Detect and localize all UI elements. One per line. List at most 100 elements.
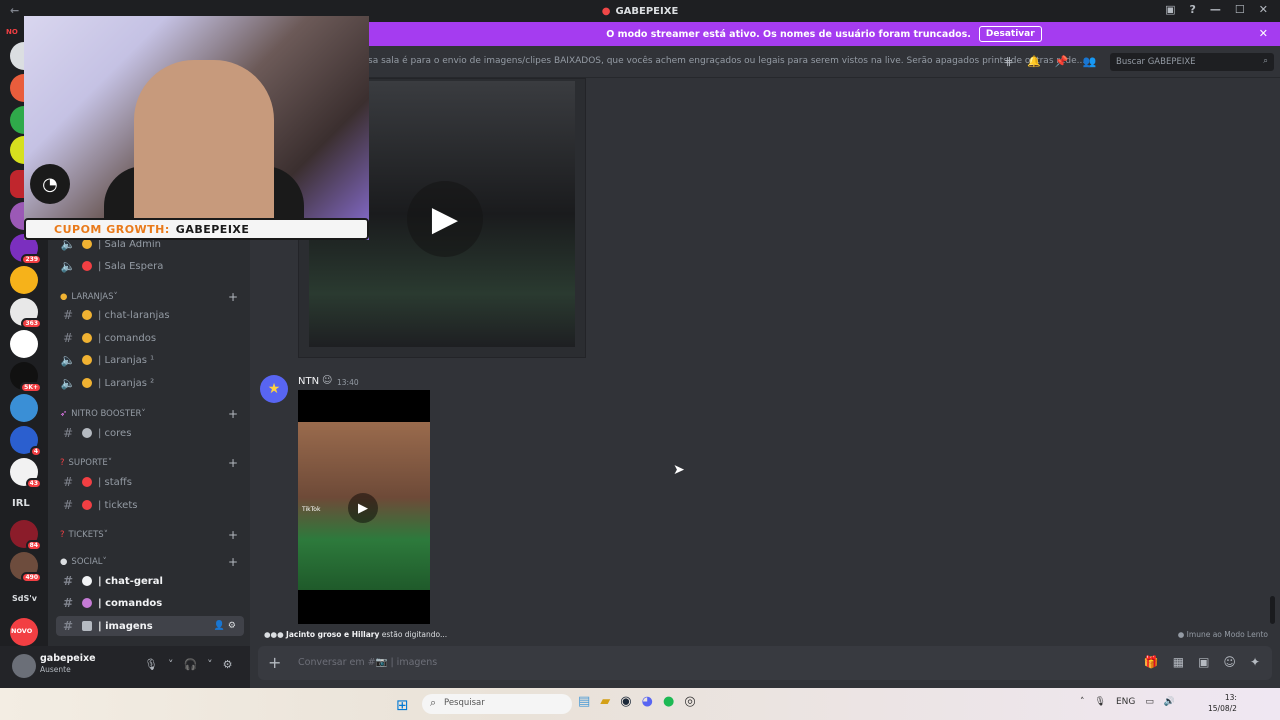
question-icon: ?: [60, 458, 65, 468]
category-tickets[interactable]: ? TICKETS ˅ +: [60, 528, 238, 542]
add-channel-icon[interactable]: +: [228, 456, 238, 470]
typing-users: Jacinto groso e Hillary: [286, 630, 380, 639]
lang-indicator[interactable]: ENG: [1116, 697, 1135, 707]
sticker-icon[interactable]: ▣: [1198, 655, 1209, 669]
server-irl-label[interactable]: IRL: [12, 498, 30, 509]
play-icon[interactable]: ▶: [407, 181, 483, 257]
apps-icon[interactable]: ✦: [1250, 655, 1260, 669]
search-icon: ⌕: [1263, 56, 1268, 66]
play-icon[interactable]: ▶: [348, 493, 378, 523]
close-notice-icon[interactable]: ✕: [1259, 27, 1268, 40]
server-icon[interactable]: 4: [10, 426, 42, 457]
add-channel-icon[interactable]: +: [228, 407, 238, 421]
threads-icon[interactable]: ⋕: [1004, 55, 1013, 68]
mention-badge: 490: [21, 572, 42, 583]
inbox-icon[interactable]: ▣: [1165, 3, 1175, 16]
channel-item[interactable]: # | chat-laranjas: [56, 305, 244, 325]
user-status: Ausente: [40, 665, 71, 674]
hash-icon: #: [62, 331, 74, 345]
server-icon[interactable]: [10, 394, 38, 422]
add-channel-icon[interactable]: +: [228, 555, 238, 569]
channel-emoji-icon: [82, 428, 92, 438]
server-icon[interactable]: [10, 330, 38, 358]
server-icon[interactable]: 5K+: [10, 362, 42, 393]
minimize-button[interactable]: —: [1210, 3, 1221, 16]
channel-item[interactable]: # | tickets: [56, 495, 244, 515]
close-button[interactable]: ✕: [1259, 3, 1268, 16]
mic-icon[interactable]: 🎙: [1095, 697, 1106, 707]
channel-item[interactable]: # | chat-geral: [56, 571, 244, 591]
message-author[interactable]: NTN: [298, 376, 319, 387]
invite-settings-icons[interactable]: 👤 ⚙: [214, 621, 236, 631]
gif-icon[interactable]: ▦: [1173, 655, 1184, 669]
maximize-button[interactable]: ☐: [1235, 3, 1245, 16]
chevron-down-icon[interactable]: ˅: [168, 658, 174, 671]
mention-badge: 239: [21, 254, 42, 265]
scrollbar[interactable]: [1270, 596, 1275, 624]
message-composer[interactable]: + Conversar em #📷 | imagens 🎁 ▦ ▣ ☺ ✦: [258, 646, 1272, 680]
channel-item[interactable]: # | comandos: [56, 593, 244, 613]
channel-label: | comandos: [98, 332, 157, 344]
notice-text: O modo streamer está ativo. Os nomes de …: [606, 28, 971, 40]
channel-emoji-icon: [82, 355, 92, 365]
message-timestamp: 13:40: [337, 378, 359, 387]
channel-item[interactable]: # | cores: [56, 423, 244, 443]
back-arrow-icon[interactable]: ←: [10, 4, 19, 17]
gift-icon[interactable]: 🎁: [1144, 655, 1159, 669]
windows-start-icon[interactable]: ⊞: [396, 696, 412, 714]
channel-label: | chat-geral: [98, 575, 163, 587]
hash-icon: #: [62, 596, 74, 610]
video-attachment[interactable]: TikTok ▶: [298, 390, 430, 624]
category-laranjas[interactable]: ● LARANJAS ˅ +: [60, 290, 238, 304]
emoji-icon[interactable]: ☺: [1223, 655, 1236, 669]
explorer-icon[interactable]: ▤: [578, 694, 590, 709]
header-icons: ⋕ 🔔 📌 👥: [1004, 55, 1096, 68]
help-icon[interactable]: ?: [1190, 3, 1196, 16]
folder-icon[interactable]: ▰: [600, 694, 610, 709]
server-icon[interactable]: [10, 266, 38, 294]
disable-streamer-button[interactable]: Desativar: [978, 26, 1042, 42]
add-channel-icon[interactable]: +: [228, 528, 238, 542]
channel-topic[interactable]: sa sala é para o envio de imagens/clipes…: [368, 56, 1085, 66]
mouse-cursor-icon: ➤: [673, 462, 685, 478]
category-social[interactable]: ● SOCIAL ˅ +: [60, 555, 238, 569]
steam-icon[interactable]: ◉: [620, 694, 631, 709]
channel-item[interactable]: # | staffs: [56, 472, 244, 492]
category-nitro-booster[interactable]: ➶ NITRO BOOSTER ˅ +: [60, 407, 238, 421]
mic-icon[interactable]: 🎙: [144, 658, 158, 671]
server-icon[interactable]: 43: [10, 458, 42, 489]
taskbar-search[interactable]: ⌕ Pesquisar: [422, 694, 572, 714]
channel-item[interactable]: # | comandos: [56, 328, 244, 348]
discord-icon[interactable]: ◕: [642, 694, 653, 709]
composer-placeholder: Conversar em #📷 | imagens: [298, 657, 438, 668]
spotify-icon[interactable]: ●: [663, 694, 674, 709]
volume-icon[interactable]: 🔊: [1164, 697, 1175, 707]
add-attachment-icon[interactable]: +: [268, 653, 281, 672]
message-avatar[interactable]: ★: [260, 375, 288, 403]
category-suporte[interactable]: ? SUPORTE ˅ +: [60, 456, 238, 470]
channel-item-active[interactable]: # | imagens 👤 ⚙: [56, 616, 244, 636]
chevron-down-icon[interactable]: ˅: [207, 658, 213, 671]
voice-channel-item[interactable]: 🔈 | Sala Espera: [56, 256, 244, 276]
network-icon[interactable]: ▭: [1145, 697, 1154, 707]
pin-icon[interactable]: 📌: [1055, 55, 1069, 68]
server-icon[interactable]: 84: [10, 520, 42, 551]
server-sds-label[interactable]: SdS'v: [12, 594, 37, 603]
avatar[interactable]: [12, 654, 36, 678]
add-channel-icon[interactable]: +: [228, 290, 238, 304]
chevron-up-icon[interactable]: ˄: [1080, 697, 1085, 707]
obs-icon[interactable]: ◎: [684, 694, 695, 709]
server-icon[interactable]: 490: [10, 552, 42, 583]
taskbar-clock[interactable]: 13: 15/08/2: [1208, 692, 1237, 714]
voice-channel-item[interactable]: 🔈 | Laranjas ¹: [56, 350, 244, 370]
members-icon[interactable]: 👥: [1083, 55, 1097, 68]
search-input[interactable]: Buscar GABEPEIXE ⌕: [1110, 53, 1274, 71]
bell-icon[interactable]: 🔔: [1027, 55, 1041, 68]
server-icon[interactable]: 363: [10, 298, 42, 329]
server-new-icon[interactable]: NOVO: [10, 618, 38, 646]
orange-icon: ●: [60, 292, 68, 302]
voice-channel-item[interactable]: 🔈 | Laranjas ²: [56, 373, 244, 393]
gear-icon[interactable]: ⚙: [223, 658, 233, 671]
category-label: LARANJAS: [71, 292, 114, 302]
headphones-icon[interactable]: 🎧: [183, 658, 197, 671]
